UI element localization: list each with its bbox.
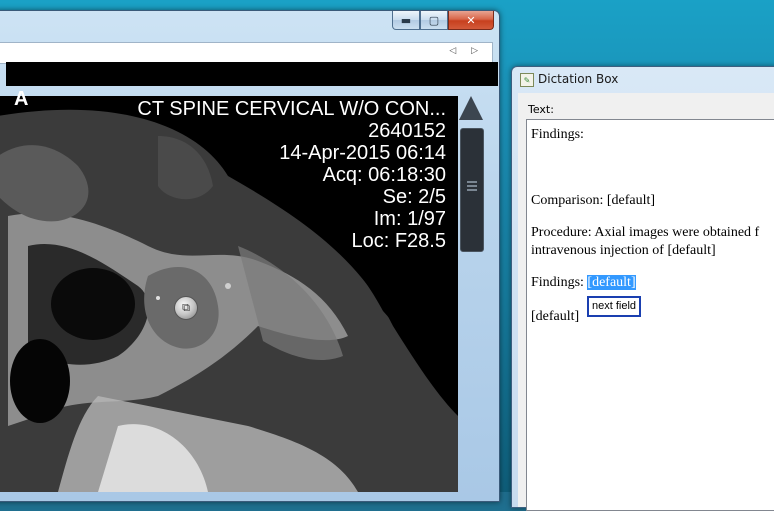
dictation-title: Dictation Box (538, 72, 619, 86)
scroll-thumb[interactable] (460, 128, 484, 252)
scroll-up-arrow-icon[interactable] (459, 96, 483, 120)
slice-location: Loc: F28.5 (351, 230, 446, 252)
grip-icon (467, 181, 477, 183)
procedure-line-2: intravenous injection of [default] (531, 243, 716, 258)
findings-heading: Findings: (531, 127, 584, 142)
image-header-strip (6, 62, 498, 86)
minimize-icon: ▬ (400, 13, 412, 27)
comparison-line: Comparison: [default] (531, 193, 656, 208)
tab-scroll-arrows-icon[interactable]: ◁ ▷ (449, 46, 484, 56)
findings-label: Findings: (531, 275, 588, 290)
close-icon: ✕ (466, 13, 476, 27)
series-number: Se: 2/5 (382, 186, 446, 208)
orientation-marker: A (14, 88, 29, 110)
dictation-box-window: ✎ Dictation Box Text: Findings: Comparis… (511, 66, 774, 511)
image-number: Im: 1/97 (373, 208, 446, 230)
study-date: 14-Apr-2015 06:14 (279, 142, 446, 164)
accession-number: 2640152 (368, 120, 446, 142)
selected-default-field[interactable]: [default] (587, 275, 636, 290)
maximize-icon: ▢ (428, 13, 440, 27)
image-scrollbar[interactable] (456, 96, 486, 256)
procedure-line-1: Procedure: Axial images were obtained f (531, 225, 760, 240)
text-label: Text: (528, 103, 554, 116)
findings-line: Findings: [default] (531, 274, 636, 292)
close-button[interactable]: ✕ (448, 11, 494, 30)
dicom-overlay-info: CT SPINE CERVICAL W/O CON... 2640152 14-… (137, 98, 446, 252)
viewer-titlebar[interactable]: ▬ ▢ ✕ (0, 11, 499, 41)
next-field-tooltip: next field (587, 296, 642, 317)
report-text-area[interactable]: Findings: Comparison: [default] Procedur… (526, 119, 774, 511)
viewer-toolbar: ◁ ▷ (0, 42, 493, 64)
minimize-button[interactable]: ▬ (392, 11, 420, 30)
study-description: CT SPINE CERVICAL W/O CON... (137, 98, 446, 120)
caption-buttons: ▬ ▢ ✕ (392, 11, 494, 31)
maximize-button[interactable]: ▢ (420, 11, 448, 30)
dictation-body: Text: Findings: Comparison: [default] Pr… (518, 93, 774, 511)
stack-cursor-icon: ⧉ (174, 296, 198, 320)
trailing-default-field[interactable]: [default] (531, 308, 579, 326)
dictation-app-icon: ✎ (520, 73, 534, 87)
acquisition-time: Acq: 06:18:30 (322, 164, 446, 186)
